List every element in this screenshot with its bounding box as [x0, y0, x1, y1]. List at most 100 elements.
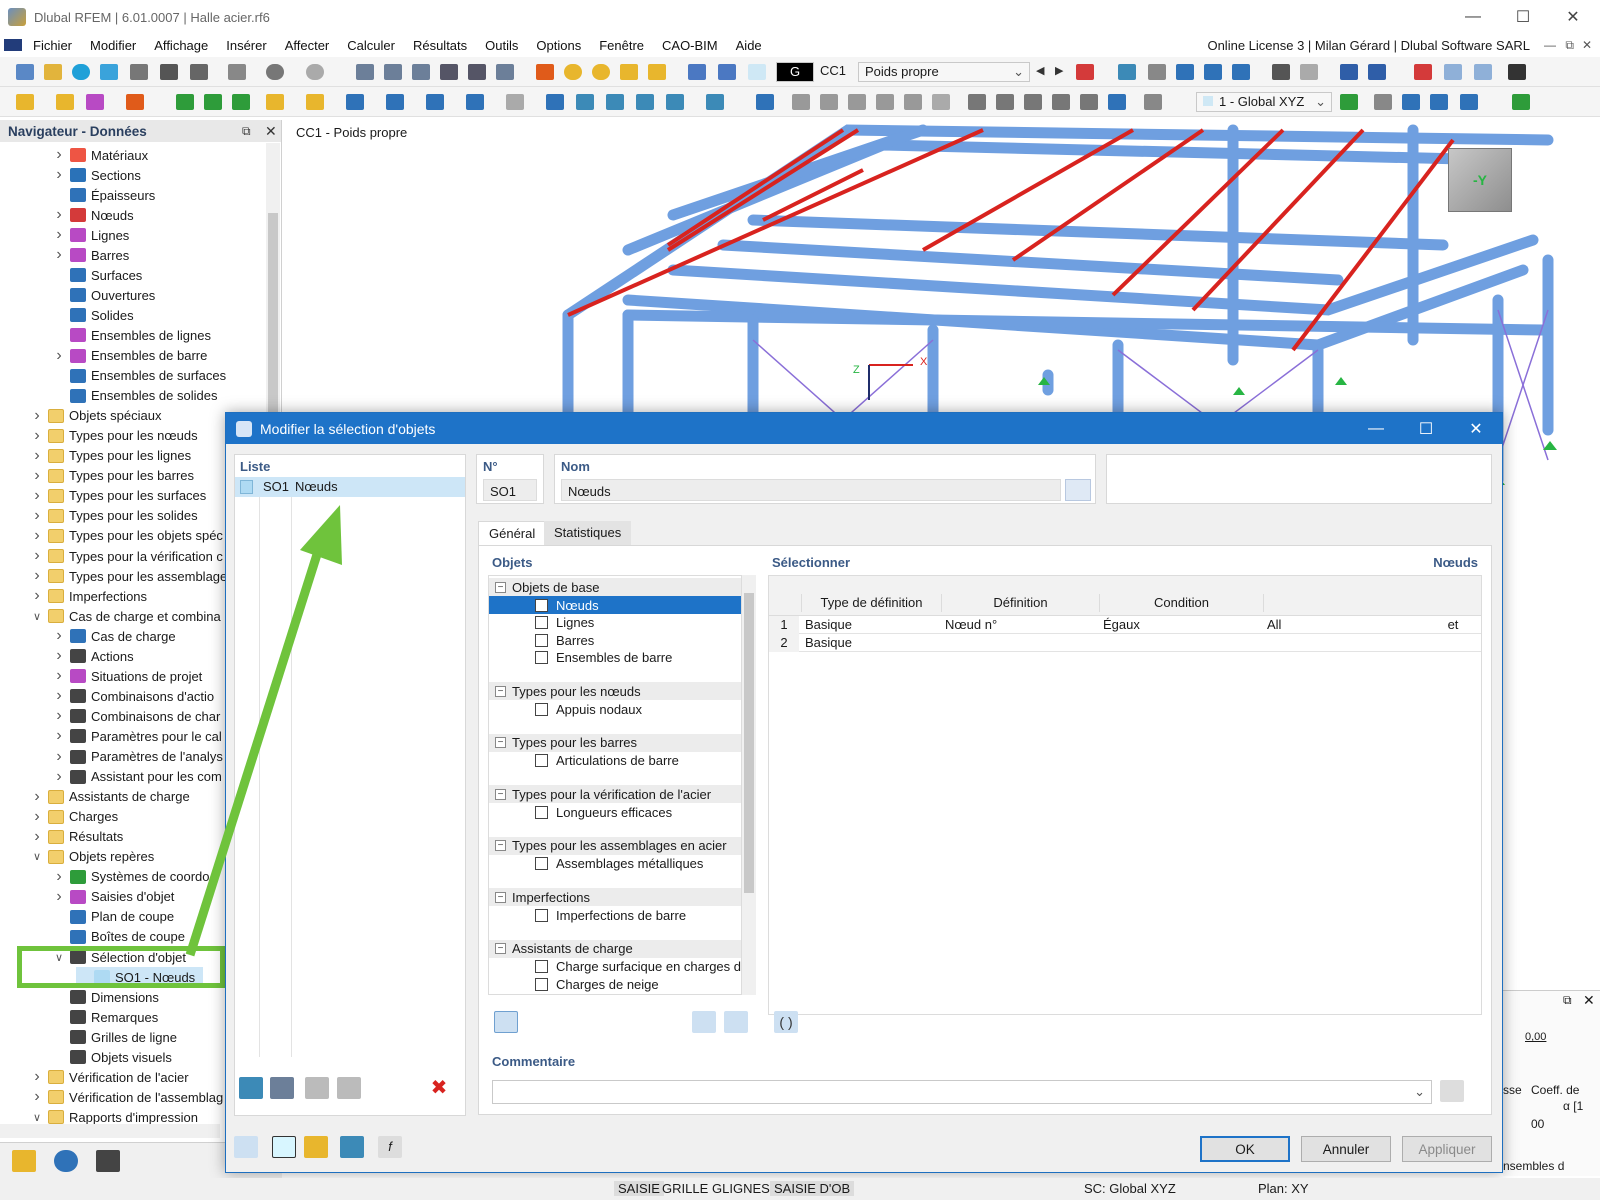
column-header[interactable]: Définition [941, 594, 1099, 612]
tree-item[interactable]: ✓ Nœuds [489, 596, 741, 614]
cube-icon[interactable] [876, 94, 894, 110]
status-saisie[interactable]: SAISIE [614, 1181, 664, 1196]
load-case-select[interactable]: Poids propre ⌄ [858, 62, 1030, 82]
checkbox[interactable] [535, 977, 548, 991]
coord-add-icon[interactable] [1340, 94, 1358, 110]
tree-scroll-thumb[interactable] [744, 593, 754, 893]
chevron-right-icon[interactable]: › [52, 727, 66, 745]
load-node-icon[interactable] [266, 94, 284, 110]
navigator-item[interactable]: › Barres [52, 245, 129, 265]
table-cell[interactable]: Basique [805, 616, 939, 634]
select-all-icon[interactable] [692, 1011, 716, 1033]
tree-item[interactable]: Articulations de barre [489, 752, 741, 770]
results-icon[interactable] [592, 64, 610, 80]
checkbox[interactable] [535, 616, 548, 629]
tree-group[interactable]: − Objets de base [489, 578, 741, 596]
block-icon[interactable] [506, 94, 524, 110]
navigator-item[interactable]: › Objets spéciaux [30, 406, 161, 426]
navigator-item[interactable]: Grilles de ligne [52, 1027, 177, 1047]
print-icon[interactable] [190, 64, 208, 80]
chevron-right-icon[interactable]: › [30, 808, 44, 826]
navigator-item[interactable]: Ensembles de surfaces [52, 366, 226, 386]
chevron-right-icon[interactable]: › [52, 768, 66, 786]
layout-icon[interactable] [1512, 94, 1530, 110]
doc-minimize-icon[interactable]: — [1544, 38, 1556, 52]
decimal-icon[interactable] [234, 1136, 258, 1158]
grid-icon[interactable] [384, 64, 402, 80]
axis-icon[interactable] [1508, 64, 1526, 80]
tree-scrollbar[interactable] [742, 575, 756, 995]
navigator-item[interactable]: › Imperfections [30, 586, 147, 606]
open-file-icon[interactable] [44, 64, 62, 80]
menu-inserer[interactable]: Insérer [217, 38, 275, 53]
parentheses-button[interactable]: ( ) [774, 1011, 798, 1033]
column-header[interactable] [1263, 594, 1425, 612]
menu-resultats[interactable]: Résultats [404, 38, 476, 53]
surface-icon[interactable] [346, 94, 364, 110]
navigator-item[interactable]: › Charges [30, 807, 118, 827]
color-icon[interactable] [272, 1136, 296, 1158]
arc-icon[interactable] [820, 94, 838, 110]
display-icon[interactable] [1204, 64, 1222, 80]
align4-icon[interactable] [1052, 94, 1070, 110]
navigator-item[interactable]: › Types pour les solides [30, 506, 197, 526]
float-icon[interactable]: ⧉ [242, 124, 251, 139]
color-swatch-icon[interactable] [748, 64, 766, 80]
measure-icon[interactable] [792, 94, 810, 110]
section-icon[interactable] [1340, 64, 1358, 80]
support-surface-icon[interactable] [232, 94, 250, 110]
table-cell[interactable] [1431, 634, 1475, 652]
snap2-icon[interactable] [718, 64, 736, 80]
deselect-icon[interactable] [1414, 64, 1432, 80]
navigator-item[interactable]: › Matériaux [52, 145, 148, 165]
float-icon[interactable]: ⧉ [1563, 993, 1572, 1008]
navigator-item[interactable]: Remarques [52, 1007, 158, 1027]
chevron-right-icon[interactable]: › [30, 547, 44, 565]
chevron-right-icon[interactable]: › [52, 868, 66, 886]
workplane-icon[interactable] [1108, 94, 1126, 110]
name-field[interactable]: Nœuds [561, 479, 1061, 501]
comment-library-icon[interactable] [1440, 1080, 1464, 1102]
navigator-item[interactable]: Ensembles de lignes [52, 325, 211, 345]
navigator-item[interactable]: › Types pour les nœuds [30, 426, 197, 446]
close-icon[interactable]: ✕ [1583, 992, 1595, 1009]
move-icon[interactable] [546, 94, 564, 110]
uncheck-icon[interactable] [337, 1077, 361, 1099]
tree-group[interactable]: − Assistants de charge [489, 939, 741, 958]
ortho-icon[interactable] [1430, 94, 1448, 110]
close-button[interactable]: ✕ [1550, 0, 1596, 34]
table-cell[interactable] [1267, 634, 1423, 652]
doc-close-icon[interactable]: ✕ [1582, 38, 1592, 52]
app-menu-icon[interactable] [4, 39, 22, 51]
navigator-item[interactable]: ∨ Objets repères [30, 847, 154, 867]
tree-item[interactable]: Ensembles de barre [489, 649, 741, 667]
polar-icon[interactable] [1460, 94, 1478, 110]
load-line-icon[interactable] [306, 94, 324, 110]
menu-options[interactable]: Options [527, 38, 590, 53]
check-all-icon[interactable] [305, 1077, 329, 1099]
snap-icon[interactable] [688, 64, 706, 80]
checkbox[interactable] [535, 960, 548, 973]
tree-item[interactable]: Lignes [489, 614, 741, 632]
tree-group[interactable]: − Types pour les assemblages en acier [489, 836, 741, 855]
checkbox[interactable] [535, 908, 548, 922]
align3-icon[interactable] [1024, 94, 1042, 110]
copy-item-icon[interactable] [270, 1077, 294, 1099]
tree-item[interactable]: Longueurs efficaces [489, 803, 741, 821]
chevron-right-icon[interactable]: › [30, 507, 44, 525]
menu-outils[interactable]: Outils [476, 38, 527, 53]
chevron-right-icon[interactable]: › [30, 587, 44, 605]
tree-group[interactable]: − Types pour les nœuds [489, 682, 741, 700]
chevron-right-icon[interactable]: › [30, 447, 44, 465]
chevron-right-icon[interactable]: › [52, 246, 66, 264]
cloud-icon[interactable] [72, 64, 90, 80]
checkbox[interactable] [535, 805, 548, 819]
checkbox[interactable] [535, 702, 548, 716]
eye-icon[interactable] [1176, 64, 1194, 80]
chevron-right-icon[interactable]: › [52, 627, 66, 645]
navigator-item[interactable]: Dimensions [52, 987, 159, 1007]
chevron-right-icon[interactable]: › [52, 687, 66, 705]
chevron-right-icon[interactable]: › [52, 647, 66, 665]
deselect-all-icon[interactable] [724, 1011, 748, 1033]
box2-icon[interactable] [1474, 64, 1492, 80]
